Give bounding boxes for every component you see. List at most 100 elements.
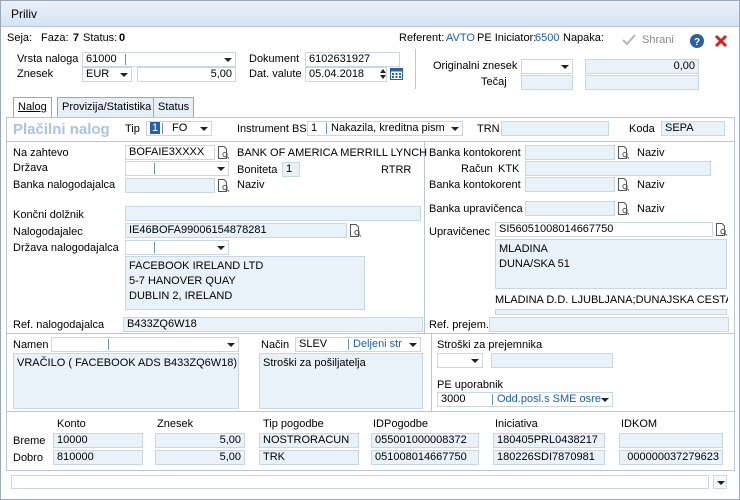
vrsta-naloga-code: 61000 <box>86 53 117 65</box>
pe-uporabnik-value: 3000 <box>441 393 466 405</box>
orig-currency-select[interactable] <box>521 59 573 74</box>
tab-provizija[interactable]: Provizija/Statistika <box>57 97 157 117</box>
breme-idpogodbe-field[interactable]: 055001000008372 <box>371 433 479 448</box>
document-search-icon[interactable] <box>217 179 230 192</box>
close-icon[interactable] <box>713 33 729 49</box>
tip-select[interactable]: 1 FO <box>146 121 212 136</box>
drzava-nalogodajalca-label: Država nalogodajalca <box>13 242 119 254</box>
banka-upravicenca-field[interactable] <box>525 201 615 216</box>
dobro-iniciativa-field[interactable]: 180226SDI7870981 <box>493 450 605 465</box>
koncni-dolznik-field[interactable] <box>125 206 421 221</box>
nalogodajalec-address[interactable]: FACEBOOK IRELAND LTD 5-7 HANOVER QUAY DU… <box>125 256 365 310</box>
boniteta-field[interactable]: 1 <box>282 162 300 177</box>
referent-value: AVTO <box>446 32 475 44</box>
stroski-posiljatelja-area[interactable]: Stroški za pošiljatelja <box>259 353 423 409</box>
drzava-nalogodajalca-select[interactable] <box>125 240 229 255</box>
nacin-select[interactable]: SLEV Deljeni str <box>295 337 421 352</box>
address-line: 5-7 HANOVER QUAY <box>129 275 236 287</box>
ref-nalogodajalca-field[interactable]: B433ZQ6W18 <box>123 317 423 332</box>
stroski-prejemnika-select[interactable] <box>437 353 483 368</box>
banka-kontokorent-label: Banka kontokorent <box>429 147 521 159</box>
tecaj-field[interactable] <box>521 75 573 90</box>
document-search-icon[interactable] <box>617 178 630 191</box>
chevron-down-icon <box>227 343 235 347</box>
originalni-znesek-field[interactable]: 0,00 <box>585 59 699 74</box>
chevron-down-icon <box>451 127 459 131</box>
chevron-down-icon <box>224 58 232 62</box>
breme-konto-field[interactable]: 10000 <box>53 433 143 448</box>
naziv-label: Naziv <box>237 179 265 191</box>
vrsta-naloga-select[interactable]: 61000 <box>82 52 236 67</box>
divider <box>7 333 734 334</box>
pe-uporabnik-desc: Odd.posl.s SME osre <box>497 393 601 405</box>
namen-text[interactable]: VRAČILO ( FACEBOOK ADS B433ZQ6W18) <box>13 353 239 409</box>
tecaj-value-field[interactable] <box>585 75 699 90</box>
dobro-idpogodbe-field[interactable]: 051008014667750 <box>371 450 479 465</box>
document-search-icon[interactable] <box>217 146 230 159</box>
dobro-tip-field[interactable]: TRK <box>259 450 359 465</box>
document-search-icon[interactable] <box>349 224 362 237</box>
naziv-label: Naziv <box>637 203 665 215</box>
tecaj-label: Tečaj <box>481 76 507 88</box>
document-search-icon[interactable] <box>617 146 630 159</box>
address-line: DUBLIN 2, IRELAND <box>129 290 233 302</box>
naziv-label: Naziv <box>637 179 665 191</box>
dobro-idkom-field[interactable]: 000000037279623 <box>619 450 723 465</box>
drzava-select[interactable] <box>125 161 229 176</box>
address-line: MLADINA <box>499 243 548 255</box>
racun-field[interactable] <box>525 161 711 176</box>
pe-uporabnik-select[interactable]: 3000 Odd.posl.s SME osre <box>437 392 613 407</box>
spinner-icon[interactable] <box>379 68 387 80</box>
nalogodajalec-field[interactable]: IE46BOFA99006154878281 <box>125 223 347 238</box>
originalni-znesek-label: Originalni znesek <box>433 60 518 72</box>
upravicenec-address[interactable]: MLADINA DUNA/SKA 51 <box>495 239 727 289</box>
dobro-znesek-field[interactable]: 5,00 <box>155 450 245 465</box>
document-search-icon[interactable] <box>617 202 630 215</box>
dobro-konto-field[interactable]: 810000 <box>53 450 143 465</box>
tip-label: Tip <box>125 123 140 135</box>
pe-iniciator-value: 6500 <box>535 32 560 44</box>
currency-select[interactable]: EUR <box>82 67 132 82</box>
stroski-prejemnika-field[interactable] <box>491 353 613 368</box>
banka-kontokorent-field[interactable] <box>525 145 615 160</box>
tip-value: 1 <box>150 122 161 134</box>
document-search-icon[interactable] <box>715 223 728 236</box>
tab-status[interactable]: Status <box>153 97 195 117</box>
dokument-field[interactable]: 6102631927 <box>305 52 400 67</box>
iniciativa-header: Iniciativa <box>495 418 538 430</box>
breme-tip-field[interactable]: NOSTRORACUN <box>259 433 359 448</box>
znesek-field[interactable]: 5,00 <box>137 67 236 82</box>
dat-valute-field[interactable]: 05.04.2018 <box>305 67 387 82</box>
nacin-value: SLEV <box>299 338 328 350</box>
separator <box>154 163 155 174</box>
calendar-icon[interactable] <box>390 67 403 80</box>
tab-nalog[interactable]: Nalog <box>13 97 52 118</box>
status-bar-button[interactable] <box>713 475 727 489</box>
breme-iniciativa-field[interactable]: 180405PRL0438217 <box>493 433 605 448</box>
upravicenec-extra-field[interactable] <box>495 309 727 315</box>
na-zahtevo-label: Na zahtevo <box>13 147 69 159</box>
trn-field[interactable] <box>501 121 609 136</box>
banka-nalogodajalca-field[interactable] <box>125 178 215 193</box>
konto-header: Konto <box>57 418 86 430</box>
instrument-bs-select[interactable]: 1 Nakazila, kreditna pism <box>307 121 463 136</box>
upravicenec-field[interactable]: SI56051008014667750 <box>495 222 713 237</box>
status-bar-field[interactable] <box>11 475 709 489</box>
instrument-desc: Nakazila, kreditna pism <box>331 122 445 134</box>
naziv-label: Naziv <box>637 147 665 159</box>
namen-select[interactable] <box>51 337 239 352</box>
breme-znesek-field[interactable]: 5,00 <box>155 433 245 448</box>
koncni-dolznik-label: Končni dolžnik <box>13 209 84 221</box>
breme-idkom-field[interactable] <box>619 433 723 448</box>
napaka-label: Napaka: <box>563 32 604 44</box>
koda-field[interactable]: SEPA <box>661 121 725 136</box>
na-zahtevo-field[interactable]: BOFAIE3XXXX <box>125 145 215 160</box>
window-title: Priliv <box>11 7 37 21</box>
koda-label: Koda <box>629 123 655 135</box>
ref-prejem-field[interactable] <box>489 317 729 332</box>
namen-label: Namen <box>13 339 49 351</box>
banka-kontokorent-2-field[interactable] <box>525 177 615 192</box>
faza-value: 7 <box>73 32 80 44</box>
namen-text-line: VRAČILO ( FACEBOOK ADS B433ZQ6W18) <box>17 357 238 369</box>
help-icon[interactable]: ? <box>689 33 705 49</box>
